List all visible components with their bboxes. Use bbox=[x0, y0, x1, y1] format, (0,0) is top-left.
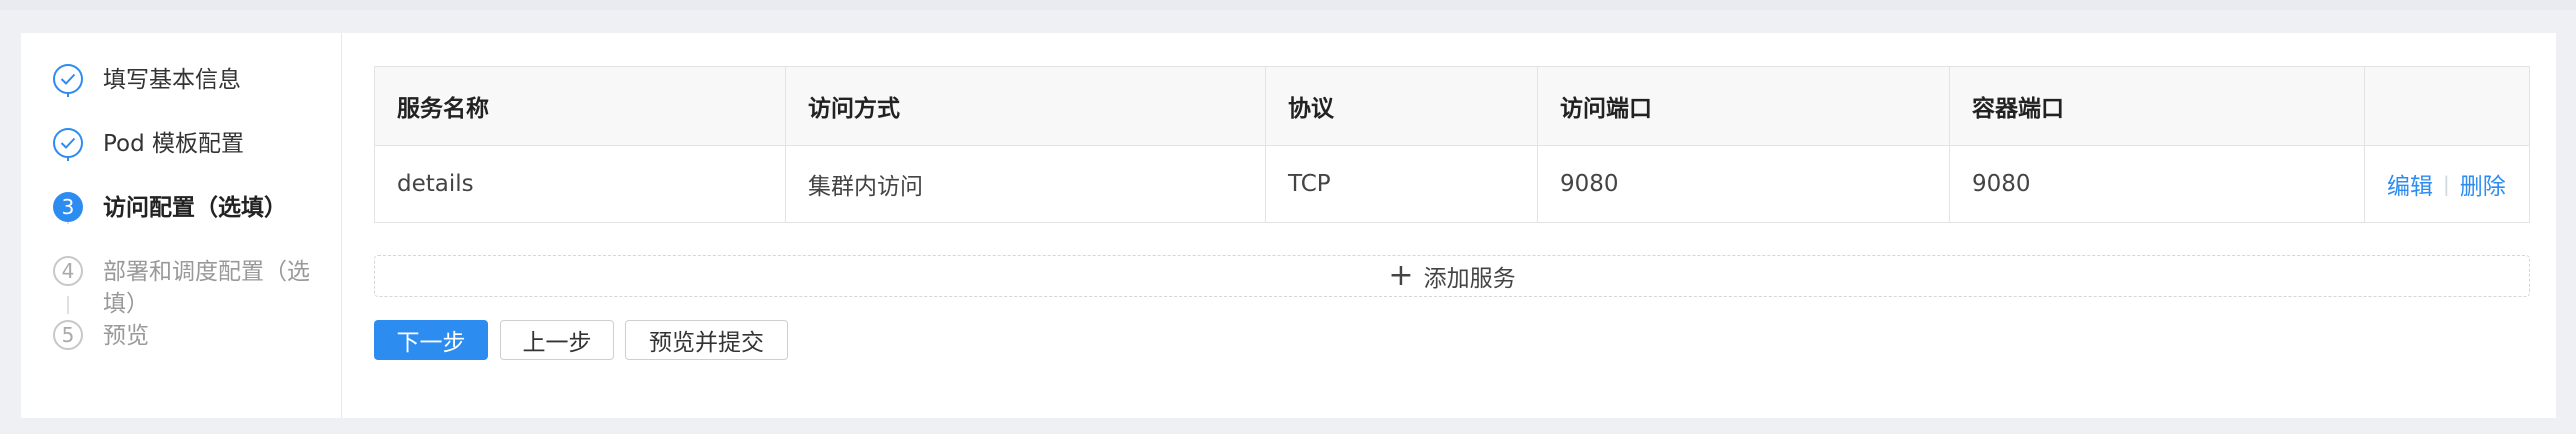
column-header-container-port: 容器端口 bbox=[1950, 67, 2365, 145]
top-band bbox=[0, 0, 2576, 10]
step-number: 4 bbox=[53, 256, 83, 286]
delete-link[interactable]: 删除 bbox=[2460, 167, 2506, 201]
main-card: 填写基本信息 Pod 模板配置 3 访问配置（选填） 4 部署和调度配置（选填）… bbox=[21, 33, 2556, 418]
cell-service-name: details bbox=[375, 146, 786, 222]
cell-actions: 编辑 | 删除 bbox=[2365, 146, 2529, 222]
add-service-button[interactable]: + 添加服务 bbox=[374, 255, 2530, 297]
preview-submit-button[interactable]: 预览并提交 bbox=[625, 320, 788, 360]
cell-access-port: 9080 bbox=[1538, 146, 1950, 222]
cell-container-port: 9080 bbox=[1950, 146, 2365, 222]
step-label: 部署和调度配置（选填） bbox=[103, 259, 310, 317]
step-pod-template[interactable]: Pod 模板配置 bbox=[53, 128, 328, 160]
add-service-label: 添加服务 bbox=[1423, 266, 1516, 292]
service-table: 服务名称 访问方式 协议 访问端口 容器端口 details 集群内访问 TCP… bbox=[374, 66, 2530, 223]
check-icon bbox=[53, 64, 83, 94]
column-header-protocol: 协议 bbox=[1266, 67, 1538, 145]
step-number: 5 bbox=[53, 320, 83, 350]
step-label: 访问配置（选填） bbox=[103, 195, 287, 221]
next-step-button[interactable]: 下一步 bbox=[374, 320, 488, 360]
table-row: details 集群内访问 TCP 9080 9080 编辑 | 删除 bbox=[375, 146, 2529, 222]
step-label: 填写基本信息 bbox=[103, 67, 241, 93]
plus-icon: + bbox=[1388, 258, 1414, 293]
step-deploy-schedule[interactable]: 4 部署和调度配置（选填） bbox=[53, 256, 328, 320]
step-label: 预览 bbox=[103, 323, 149, 349]
step-navigator: 填写基本信息 Pod 模板配置 3 访问配置（选填） 4 部署和调度配置（选填）… bbox=[21, 33, 342, 418]
cell-access-method: 集群内访问 bbox=[786, 146, 1266, 222]
edit-link[interactable]: 编辑 bbox=[2387, 167, 2433, 201]
step-preview[interactable]: 5 预览 bbox=[53, 320, 328, 352]
column-header-service-name: 服务名称 bbox=[375, 67, 786, 145]
step-basic-info[interactable]: 填写基本信息 bbox=[53, 64, 328, 96]
cell-protocol: TCP bbox=[1266, 146, 1538, 222]
step-number: 3 bbox=[53, 192, 83, 222]
column-header-access-port: 访问端口 bbox=[1538, 67, 1950, 145]
table-header-row: 服务名称 访问方式 协议 访问端口 容器端口 bbox=[375, 67, 2529, 146]
column-header-access-method: 访问方式 bbox=[786, 67, 1266, 145]
action-divider: | bbox=[2443, 172, 2450, 196]
step-access-config[interactable]: 3 访问配置（选填） bbox=[53, 192, 328, 224]
check-icon bbox=[53, 128, 83, 158]
previous-step-button[interactable]: 上一步 bbox=[500, 320, 614, 360]
step-label: Pod 模板配置 bbox=[103, 131, 245, 157]
column-header-actions bbox=[2365, 67, 2529, 145]
